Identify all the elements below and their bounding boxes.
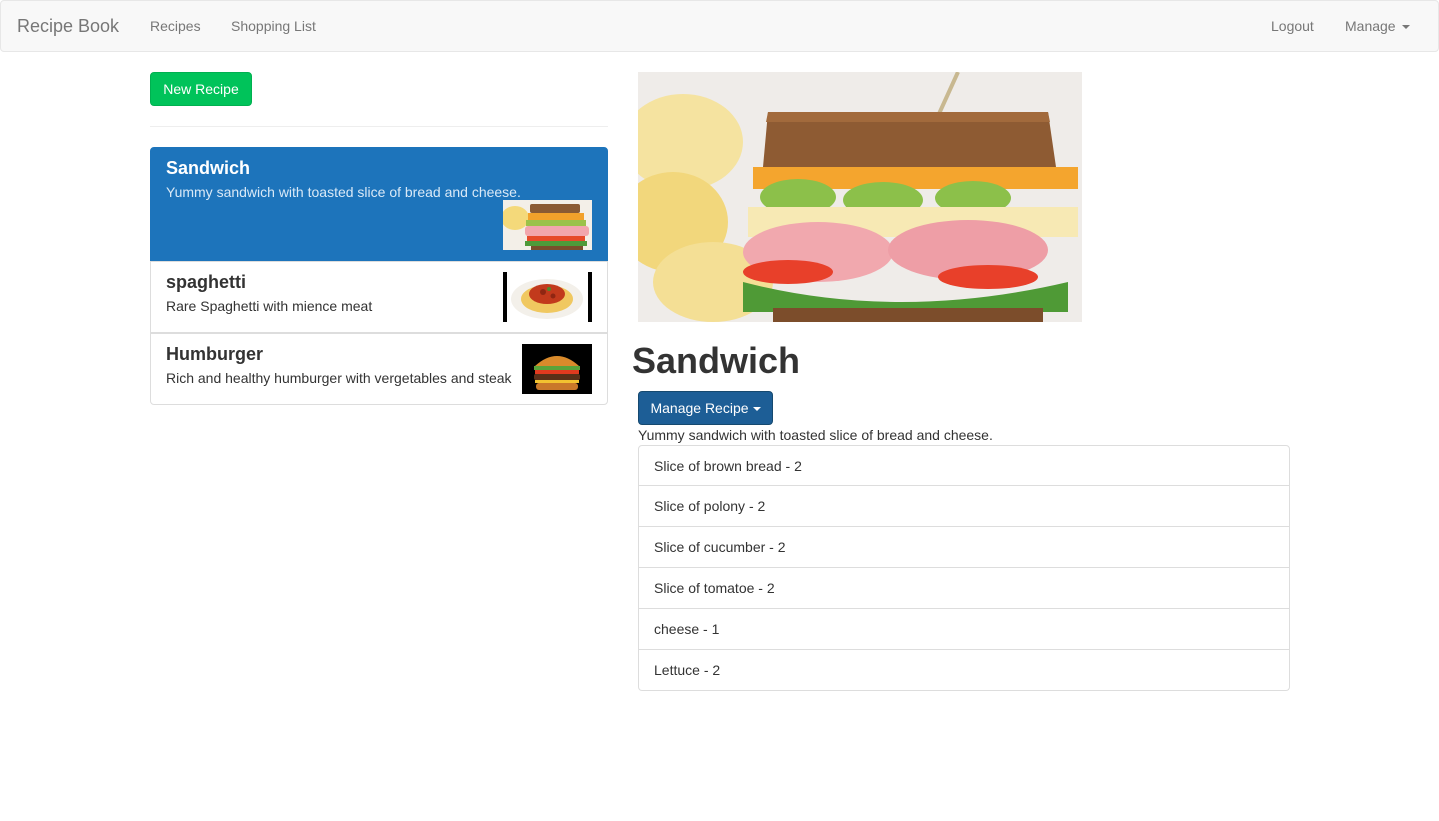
recipe-description: Rare Spaghetti with mience meat bbox=[166, 298, 373, 314]
recipe-description: Yummy sandwich with toasted slice of bre… bbox=[166, 184, 521, 200]
nav-recipes-link[interactable]: Recipes bbox=[150, 18, 201, 34]
caret-down-icon bbox=[752, 407, 761, 412]
new-recipe-button[interactable]: New Recipe bbox=[150, 72, 252, 106]
recipe-title: Sandwich bbox=[632, 340, 801, 381]
top-navbar: Recipe Book Recipes Shopping List Logout… bbox=[0, 0, 1439, 52]
recipe-thumbnail-spaghetti bbox=[503, 272, 592, 322]
recipe-list-item-sandwich[interactable]: Sandwich Yummy sandwich with toasted sli… bbox=[150, 147, 608, 261]
recipe-image bbox=[638, 72, 1082, 322]
recipe-name: Humburger bbox=[166, 344, 264, 364]
divider bbox=[150, 126, 608, 127]
manage-recipe-button[interactable]: Manage Recipe bbox=[638, 391, 773, 425]
nav-manage-dropdown[interactable]: Manage bbox=[1345, 18, 1410, 34]
recipe-thumbnail-sandwich bbox=[503, 200, 592, 250]
manage-recipe-label: Manage Recipe bbox=[650, 400, 749, 416]
ingredient-item[interactable]: cheese - 1 bbox=[638, 609, 1290, 650]
ingredient-item[interactable]: Slice of cucumber - 2 bbox=[638, 527, 1290, 568]
ingredient-item[interactable]: Slice of brown bread - 2 bbox=[638, 445, 1290, 486]
recipe-thumbnail-humburger bbox=[522, 344, 592, 394]
ingredient-list: Slice of brown bread - 2 Slice of polony… bbox=[638, 445, 1290, 691]
ingredient-item[interactable]: Slice of tomatoe - 2 bbox=[638, 568, 1290, 609]
recipe-name: spaghetti bbox=[166, 272, 247, 292]
recipe-name: Sandwich bbox=[166, 158, 251, 178]
ingredient-item[interactable]: Lettuce - 2 bbox=[638, 650, 1290, 691]
caret-down-icon bbox=[1401, 25, 1410, 30]
nav-shopping-list-link[interactable]: Shopping List bbox=[231, 18, 316, 34]
ingredient-item[interactable]: Slice of polony - 2 bbox=[638, 486, 1290, 527]
recipe-description-text: Yummy sandwich with toasted slice of bre… bbox=[638, 427, 993, 443]
recipe-list-item-humburger[interactable]: Humburger Rich and healthy humburger wit… bbox=[150, 333, 608, 405]
recipe-list-item-spaghetti[interactable]: spaghetti Rare Spaghetti with mience mea… bbox=[150, 261, 608, 333]
recipe-description: Rich and healthy humburger with vergetab… bbox=[166, 370, 512, 386]
nav-logout-link[interactable]: Logout bbox=[1271, 18, 1314, 34]
brand-link[interactable]: Recipe Book bbox=[17, 16, 119, 37]
nav-manage-label: Manage bbox=[1345, 18, 1396, 34]
